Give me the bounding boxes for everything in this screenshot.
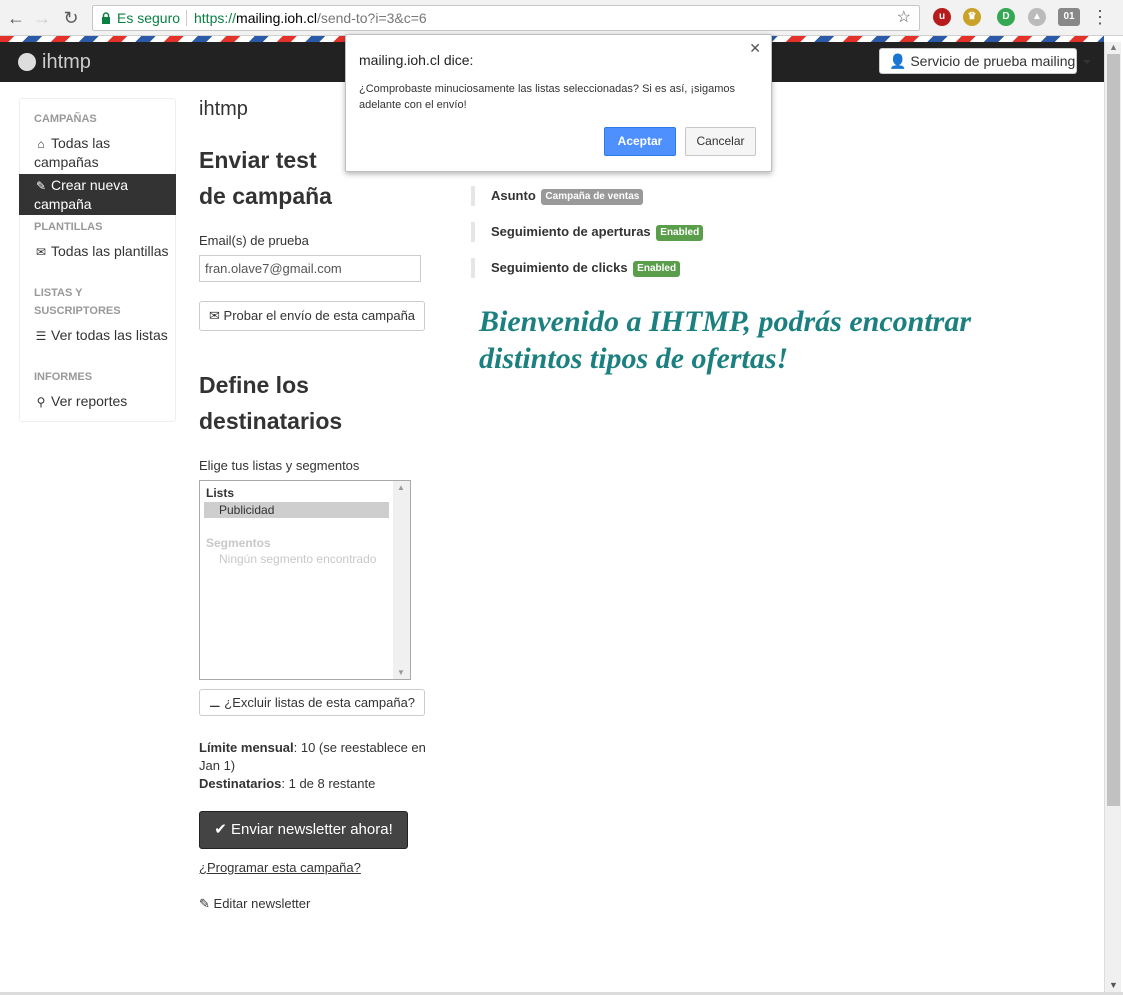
sidebar-item-label: Ver reportes [51,393,128,409]
ublock-extension-icon[interactable]: u [933,8,951,26]
url-text[interactable]: https://mailing.ioh.cl/send-to?i=3&c=6 [194,6,427,30]
drive-extension-icon[interactable]: ▲ [1028,8,1046,26]
listbox-scrollbar[interactable]: ▲ ▼ [393,481,410,679]
sidebar-item-label: Ver todas las listas [51,327,168,343]
user-menu-label: Servicio de prueba mailing [910,53,1076,69]
url-scheme: https:// [194,10,237,26]
clicks-tracking-label: Seguimiento de clicks [491,260,628,275]
monthly-limit-label: Límite mensual [199,740,294,755]
dialog-title: mailing.ioh.cl dice: [359,52,474,68]
scroll-down-icon[interactable]: ▼ [397,668,405,677]
sidebar-item-reports[interactable]: ⚲ Ver reportes [34,392,172,411]
subject-row: Asunto Campaña de ventas [471,186,644,206]
test-send-label: Probar el envío de esta campaña [223,308,416,323]
forward-arrow-icon[interactable]: → [30,6,54,30]
sidebar-header-lists: LISTAS Y SUSCRIPTORES [34,287,121,317]
option-no-segments: Ningún segmento encontrado [219,552,377,566]
edit-newsletter-label: Editar newsletter [213,896,311,911]
envelope-icon: ✉ [35,245,47,259]
recipients-heading: Define los destinatarios [199,372,343,434]
scroll-up-icon[interactable]: ▲ [397,483,405,492]
browser-menu-icon[interactable]: ⋮ [1091,7,1109,28]
brand[interactable]: ihtmp [18,49,91,75]
opens-tracking-label: Seguimiento de aperturas [491,224,651,239]
welcome-message: Bienvenido a IHTMP, podrás encontrar dis… [479,305,971,375]
zoom-icon: ⚲ [36,395,46,409]
sidebar-item-label: Todas las plantillas [51,243,169,259]
lists-label: Elige tus listas y segmentos [199,458,360,473]
green-extension-icon[interactable]: D [997,8,1015,26]
test-heading: Enviar test de campaña [199,147,332,209]
address-bar[interactable]: Es seguro https://mailing.ioh.cl/send-to… [92,5,920,31]
recipients-label: Destinatarios [199,776,282,791]
accept-button[interactable]: Aceptar [604,127,676,156]
counter-extension-icon[interactable]: 01 [1058,8,1080,26]
test-email-field[interactable] [199,255,421,282]
schedule-campaign-link[interactable]: ¿Programar esta campaña? [199,860,361,875]
sidebar: CAMPAÑAS ⌂ Todas las campañas ✎ Crear nuev… [19,98,176,422]
optgroup-segments: Segmentos [206,536,271,550]
test-email-label: Email(s) de prueba [199,233,309,248]
back-arrow-icon[interactable]: ← [4,6,28,30]
envelope-icon: ✉ [209,308,220,323]
reload-icon[interactable]: ↻ [59,6,83,30]
exclude-lists-label: ¿Excluir listas de esta campaña? [224,695,416,710]
browser-toolbar: ← → ↻ Es seguro https://mailing.ioh.cl/s… [0,0,1123,36]
subject-badge: Campaña de ventas [541,188,644,205]
sidebar-header-templates: PLANTILLAS [34,221,103,233]
brand-name: ihtmp [42,50,91,73]
user-menu-button[interactable]: 👤 Servicio de prueba mailing [879,48,1092,74]
omnibox-separator [186,10,187,26]
monthly-limit: Límite mensual: 10 (se reestablece en Ja… [199,739,449,775]
send-newsletter-label: Enviar newsletter ahora! [231,821,393,838]
sidebar-item-all-lists[interactable]: ☰ Ver todas las listas [34,326,172,345]
url-host: mailing.ioh.cl [236,10,317,26]
minus-circle-icon: ⚊ [209,695,221,710]
close-icon[interactable]: ✕ [749,40,761,57]
clicks-tracking-row: Seguimiento de clicks Enabled [471,258,681,278]
cancel-button[interactable]: Cancelar [685,127,756,156]
caret-down-icon [1083,60,1092,65]
scroll-down-icon[interactable]: ▼ [1109,980,1118,990]
page-title: ihtmp [199,98,248,120]
crown-extension-icon[interactable]: ♛ [963,8,981,26]
page-scrollbar[interactable]: ▲ ▼ [1104,42,1121,992]
scroll-up-icon[interactable]: ▲ [1109,42,1118,52]
scrollbar-thumb[interactable] [1107,54,1120,806]
sidebar-header-campaigns: CAMPAÑAS [34,113,97,125]
option-publicidad[interactable]: Publicidad [204,502,389,518]
sidebar-item-create-campaign[interactable]: ✎ Crear nueva campaña [19,174,176,215]
recipients-value: : 1 de 8 restante [281,776,376,791]
envelope-logo-icon [18,53,36,71]
send-newsletter-button[interactable]: ✔ Enviar newsletter ahora! [199,811,408,849]
sidebar-header-reports: INFORMES [34,371,93,383]
clicks-status-badge: Enabled [633,260,681,277]
sidebar-item-all-templates[interactable]: ✉ Todas las plantillas [34,242,172,261]
secure-label: Es seguro [117,10,181,26]
bookmark-star-icon[interactable]: ☆ [897,6,911,30]
pencil-icon: ✎ [199,896,210,911]
edit-newsletter-link[interactable]: ✎ Editar newsletter [199,896,310,912]
lists-select[interactable]: Lists Publicidad Segmentos Ningún segmen… [199,480,411,680]
lock-icon [102,12,110,24]
sidebar-item-label: Crear nueva campaña [34,177,129,212]
recipients-count: Destinatarios: 1 de 8 restante [199,775,449,793]
subject-label: Asunto [491,188,536,203]
optgroup-lists: Lists [206,486,235,500]
test-send-button[interactable]: ✉ Probar el envío de esta campaña [199,301,426,331]
sidebar-item-all-campaigns[interactable]: ⌂ Todas las campañas [34,134,172,171]
edit-icon: ✎ [35,179,47,193]
exclude-lists-button[interactable]: ⚊ ¿Excluir listas de esta campaña? [199,689,426,716]
url-path: /send-to?i=3&c=6 [316,10,427,26]
opens-tracking-row: Seguimiento de aperturas Enabled [471,222,704,242]
dialog-message: ¿Comprobaste minuciosamente las listas s… [359,83,735,111]
list-icon: ☰ [35,329,47,343]
check-icon: ✔ [214,821,227,838]
confirm-dialog: mailing.ioh.cl dice: ✕ ¿Comprobaste minu… [345,34,772,172]
opens-status-badge: Enabled [656,224,704,241]
home-icon: ⌂ [37,137,45,151]
user-icon: 👤 [889,53,907,69]
